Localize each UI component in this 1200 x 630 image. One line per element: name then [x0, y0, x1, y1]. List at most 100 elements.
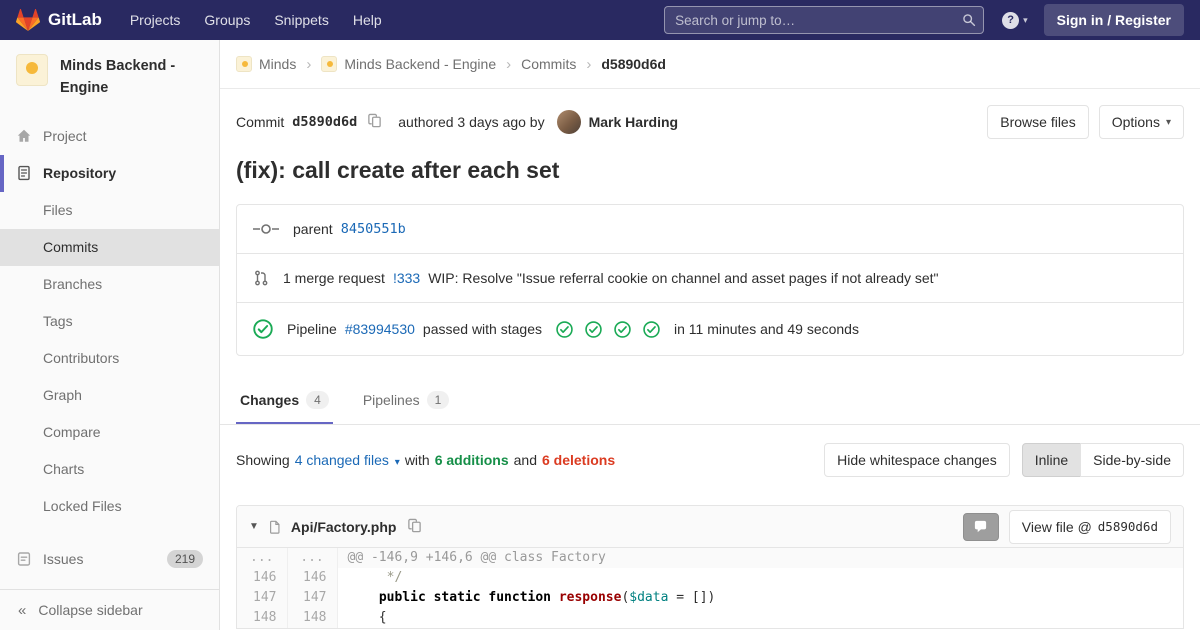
inline-view-button[interactable]: Inline — [1022, 443, 1081, 477]
commit-actions: Browse files Options ▾ — [987, 105, 1184, 139]
top-navbar: GitLab Projects Groups Snippets Help ? ▾… — [0, 0, 1200, 40]
diff-code-line: public static function response($data = … — [337, 588, 1183, 608]
author-name[interactable]: Mark Harding — [589, 114, 678, 130]
chevron-separator-icon: › — [506, 56, 511, 73]
caret-down-icon: ▾ — [395, 457, 400, 468]
author-avatar[interactable] — [557, 110, 581, 134]
diff-mode-toggle: Inline Side-by-side — [1022, 443, 1184, 477]
breadcrumb-commits[interactable]: Commits — [521, 56, 576, 72]
toggle-comments-button[interactable] — [963, 513, 999, 541]
commit-label: Commit — [236, 114, 284, 130]
file-path[interactable]: Api/Factory.php — [291, 519, 397, 535]
browse-files-label: Browse files — [1000, 114, 1075, 130]
new-line-number[interactable]: 148 — [287, 608, 337, 628]
menu-projects[interactable]: Projects — [130, 12, 181, 28]
changed-files-dropdown[interactable]: 4 changed files ▾ — [295, 452, 400, 468]
home-icon — [16, 128, 32, 144]
sidebar-item-branches[interactable]: Branches — [0, 266, 219, 303]
sidebar-item-issues[interactable]: Issues 219 — [0, 541, 219, 578]
sidebar-item-graph[interactable]: Graph — [0, 377, 219, 414]
help-dropdown[interactable]: ? ▾ — [1002, 12, 1028, 29]
search-input[interactable] — [664, 6, 984, 34]
main-menu: Projects Groups Snippets Help — [130, 12, 382, 28]
merge-request-count: 1 merge request — [283, 270, 385, 286]
pipeline-stage-passed-icon[interactable] — [614, 321, 631, 338]
commit-tabs: Changes 4 Pipelines 1 — [220, 380, 1200, 425]
diff-code-line: @@ -146,9 +146,6 @@ class Factory — [337, 548, 1183, 568]
gitlab-logo[interactable]: GitLab — [16, 9, 102, 32]
diff-row-hunk-header: ... ... @@ -146,9 +146,6 @@ class Factor… — [237, 548, 1183, 568]
sidebar-item-label: Charts — [43, 461, 84, 477]
menu-groups[interactable]: Groups — [204, 12, 250, 28]
parent-sha-link[interactable]: 8450551b — [341, 221, 406, 237]
new-line-number[interactable]: 146 — [287, 568, 337, 588]
old-line-number[interactable]: 148 — [237, 608, 287, 628]
sidebar-item-contributors[interactable]: Contributors — [0, 340, 219, 377]
sidebar-item-label: Locked Files — [43, 498, 122, 514]
gitlab-tanuki-icon — [16, 9, 40, 32]
brand-name: GitLab — [48, 10, 102, 30]
code-segment: { — [348, 610, 387, 625]
sidebar-item-project[interactable]: Project — [0, 118, 219, 155]
tab-label: Pipelines — [363, 392, 420, 408]
diff-row: 146 146 */ — [237, 568, 1183, 588]
sidebar-item-files[interactable]: Files — [0, 192, 219, 229]
pipeline-label: Pipeline — [287, 321, 337, 337]
pipeline-id-link[interactable]: #83994530 — [345, 321, 415, 337]
merge-request-row: 1 merge request !333 WIP: Resolve "Issue… — [237, 254, 1183, 303]
diff-table: ... ... @@ -146,9 +146,6 @@ class Factor… — [237, 548, 1183, 628]
collapse-file-caret-icon[interactable]: ▼ — [249, 521, 259, 532]
tab-pipelines[interactable]: Pipelines 1 — [359, 380, 454, 424]
diff-summary-bar: Showing 4 changed files ▾ with 6 additio… — [220, 425, 1200, 495]
copy-icon — [407, 518, 422, 536]
pipeline-stage-passed-icon[interactable] — [643, 321, 660, 338]
breadcrumb-minds[interactable]: Minds — [236, 56, 296, 72]
sidebar-item-commits[interactable]: Commits — [0, 229, 219, 266]
sidebar-item-tags[interactable]: Tags — [0, 303, 219, 340]
tab-count-badge: 1 — [427, 391, 450, 409]
issues-count-badge: 219 — [167, 550, 203, 568]
side-by-side-view-button[interactable]: Side-by-side — [1080, 443, 1184, 477]
copy-sha-button[interactable] — [365, 113, 384, 131]
group-avatar — [236, 56, 252, 72]
hide-whitespace-button[interactable]: Hide whitespace changes — [824, 443, 1010, 477]
code-segment: response — [559, 590, 622, 605]
caret-down-icon: ▾ — [1166, 117, 1171, 128]
copy-file-path-button[interactable] — [405, 518, 424, 536]
sidebar-item-charts[interactable]: Charts — [0, 451, 219, 488]
sign-in-register-button[interactable]: Sign in / Register — [1044, 4, 1184, 36]
main-content: Minds › Minds Backend - Engine › Commits… — [220, 40, 1200, 630]
pipeline-stage-passed-icon[interactable] — [585, 321, 602, 338]
diff-view-controls: Hide whitespace changes Inline Side-by-s… — [824, 443, 1184, 477]
menu-snippets[interactable]: Snippets — [274, 12, 328, 28]
project-sidebar: Minds Backend - Engine Project Repositor… — [0, 40, 220, 630]
merge-request-link[interactable]: !333 — [393, 270, 420, 286]
tab-changes[interactable]: Changes 4 — [236, 380, 333, 424]
code-segment: public static function — [379, 590, 559, 605]
project-context-link[interactable]: Minds Backend - Engine — [0, 40, 219, 110]
tab-label: Changes — [240, 392, 299, 408]
pipeline-status-text: passed with stages — [423, 321, 542, 337]
new-line-number[interactable]: 147 — [287, 588, 337, 608]
pipeline-stages — [556, 321, 660, 338]
menu-help[interactable]: Help — [353, 12, 382, 28]
breadcrumb-project[interactable]: Minds Backend - Engine — [321, 56, 496, 72]
collapse-sidebar-button[interactable]: « Collapse sidebar — [0, 589, 219, 630]
old-line-number[interactable]: 147 — [237, 588, 287, 608]
sidebar-item-compare[interactable]: Compare — [0, 414, 219, 451]
old-line-number[interactable]: 146 — [237, 568, 287, 588]
sidebar-item-repository[interactable]: Repository — [0, 155, 219, 192]
file-icon — [268, 519, 282, 535]
and-text: and — [514, 452, 537, 468]
commit-sha[interactable]: d5890d6d — [292, 114, 357, 130]
browse-files-button[interactable]: Browse files — [987, 105, 1088, 139]
breadcrumb-current-sha: d5890d6d — [601, 56, 666, 72]
sidebar-item-label: Graph — [43, 387, 82, 403]
merge-request-icon — [253, 270, 269, 286]
options-dropdown-button[interactable]: Options ▾ — [1099, 105, 1184, 139]
diff-row: 148 148 { — [237, 608, 1183, 628]
code-segment — [348, 590, 379, 605]
view-file-button[interactable]: View file @ d5890d6d — [1009, 510, 1171, 544]
pipeline-stage-passed-icon[interactable] — [556, 321, 573, 338]
sidebar-item-locked-files[interactable]: Locked Files — [0, 488, 219, 525]
